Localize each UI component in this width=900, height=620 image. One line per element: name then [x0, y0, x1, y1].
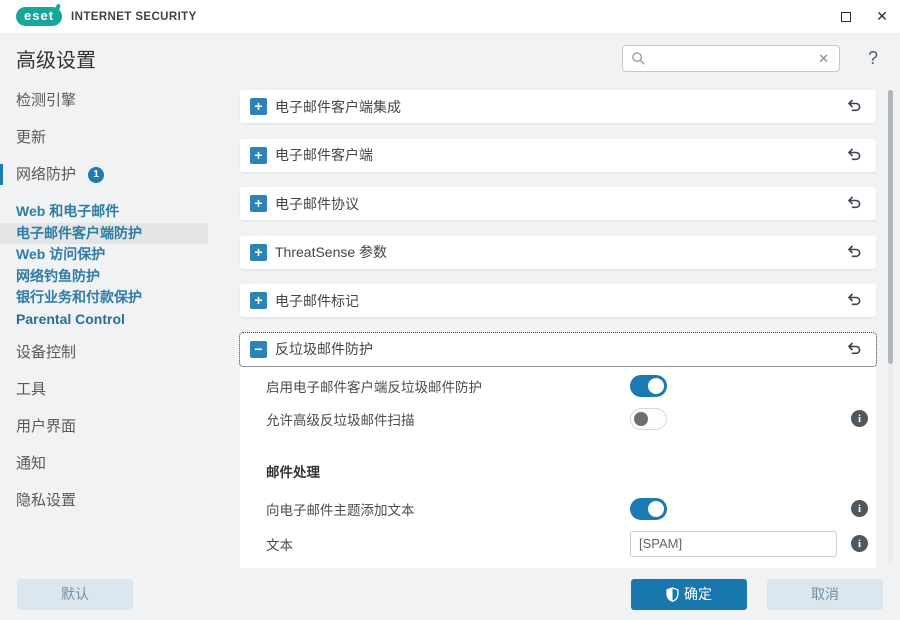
- revert-button[interactable]: [844, 145, 864, 165]
- revert-button[interactable]: [844, 194, 864, 214]
- sidebar-item-tools[interactable]: 工具: [0, 379, 228, 400]
- setting-label: 向电子邮件主题添加文本: [266, 502, 415, 518]
- expand-icon[interactable]: +: [250, 292, 267, 309]
- search-clear-icon[interactable]: ✕: [816, 51, 831, 67]
- sidebar-item-user-interface[interactable]: 用户界面: [0, 416, 228, 437]
- footer: 默认 确定 取消: [0, 568, 900, 620]
- revert-button[interactable]: [844, 242, 864, 262]
- section-title: 电子邮件客户端集成: [275, 98, 401, 115]
- content: 检测引擎 更新 网络防护 1 Web 和电子邮件 电子邮件客户端防护 Web 访…: [0, 84, 900, 568]
- search-box[interactable]: ✕: [622, 45, 840, 72]
- section-header-email-protocols[interactable]: + 电子邮件协议: [240, 187, 876, 220]
- info-icon[interactable]: i: [851, 410, 868, 427]
- revert-button[interactable]: [844, 339, 864, 359]
- section-title: 电子邮件客户端: [275, 147, 373, 163]
- cancel-button[interactable]: 取消: [767, 578, 883, 610]
- setting-row-enable-antispam: 启用电子邮件客户端反垃圾邮件防护: [266, 374, 868, 397]
- sidebar-item-parental-control[interactable]: Parental Control: [0, 309, 228, 331]
- shield-icon: [666, 586, 679, 602]
- sidebar-item-banking-protection[interactable]: 银行业务和付款保护: [0, 287, 228, 309]
- sidebar-item-email-client-protection[interactable]: 电子邮件客户端防护: [0, 222, 208, 244]
- search-icon: [632, 52, 645, 65]
- sidebar-item-privacy-settings[interactable]: 隐私设置: [0, 490, 228, 511]
- setting-label: 允许高级反垃圾邮件扫描: [266, 412, 415, 428]
- toggle-advanced-antispam-scan[interactable]: [630, 407, 667, 430]
- product-name: INTERNET SECURITY: [71, 10, 197, 23]
- antispam-panel-body: 启用电子邮件客户端反垃圾邮件防护 允许高级反垃圾邮件扫描 i 邮件处理 向电子邮…: [240, 366, 876, 568]
- setting-row-text: 文本 i: [266, 530, 868, 557]
- revert-icon: [847, 244, 861, 257]
- header: 高级设置 ✕ ?: [0, 33, 900, 84]
- revert-button[interactable]: [844, 97, 864, 117]
- toggle-knob: [634, 411, 648, 426]
- sidebar-item-network-protection[interactable]: 网络防护 1: [0, 164, 228, 185]
- eset-logo: eset: [16, 7, 63, 26]
- close-button[interactable]: ✕: [864, 0, 900, 33]
- default-button[interactable]: 默认: [17, 578, 133, 610]
- section-header-antispam-protection[interactable]: − 反垃圾邮件防护: [239, 331, 877, 367]
- sidebar-subgroup: Web 和电子邮件 电子邮件客户端防护 Web 访问保护 网络钓鱼防护 银行业务…: [0, 201, 228, 330]
- sidebar-item-device-control[interactable]: 设备控制: [0, 342, 228, 363]
- expand-icon[interactable]: +: [250, 195, 267, 212]
- ok-button[interactable]: 确定: [631, 578, 747, 610]
- revert-icon: [847, 341, 861, 354]
- search-input[interactable]: [652, 51, 817, 66]
- sidebar-item-update[interactable]: 更新: [0, 127, 228, 148]
- group-heading-message-processing: 邮件处理: [266, 464, 320, 480]
- titlebar: eset INTERNET SECURITY ✕: [0, 0, 900, 33]
- section-title: 电子邮件标记: [275, 292, 359, 309]
- subject-text-input[interactable]: [630, 530, 837, 557]
- info-icon[interactable]: i: [851, 500, 868, 517]
- info-icon[interactable]: i: [851, 535, 868, 552]
- maximize-button[interactable]: [828, 0, 864, 33]
- expand-icon[interactable]: +: [250, 146, 267, 164]
- page-title: 高级设置: [16, 50, 96, 72]
- ok-button-label: 确定: [684, 586, 712, 602]
- section-title: 反垃圾邮件防护: [275, 341, 373, 357]
- sidebar: 检测引擎 更新 网络防护 1 Web 和电子邮件 电子邮件客户端防护 Web 访…: [0, 84, 228, 568]
- setting-label: 文本: [266, 537, 293, 553]
- sidebar-item-web-access-protection[interactable]: Web 访问保护: [0, 244, 228, 266]
- help-button[interactable]: ?: [862, 48, 884, 69]
- sidebar-item-antiphishing[interactable]: 网络钓鱼防护: [0, 266, 228, 288]
- setting-row-add-text-to-subject: 向电子邮件主题添加文本 i: [266, 497, 868, 520]
- toggle-add-text-to-subject[interactable]: [630, 497, 667, 520]
- settings-panel: + 电子邮件客户端集成 + 电子邮件客户端 + 电子邮件协议 + ThreatS…: [228, 84, 900, 568]
- collapse-icon[interactable]: −: [250, 340, 267, 358]
- attention-count-badge: 1: [88, 166, 105, 183]
- setting-row-advanced-antispam-scan: 允许高级反垃圾邮件扫描 i: [266, 407, 868, 430]
- revert-icon: [847, 196, 861, 209]
- section-header-email-client-integration[interactable]: + 电子邮件客户端集成: [240, 90, 876, 123]
- toggle-knob: [648, 500, 664, 517]
- section-title: ThreatSense 参数: [275, 244, 388, 260]
- expand-icon[interactable]: +: [250, 243, 267, 261]
- section-header-threatsense-parameters[interactable]: + ThreatSense 参数: [240, 235, 876, 269]
- section-title: 电子邮件协议: [275, 195, 359, 212]
- sidebar-item-notifications[interactable]: 通知: [0, 453, 228, 474]
- revert-icon: [847, 293, 861, 306]
- revert-button[interactable]: [844, 291, 864, 311]
- close-icon: ✕: [876, 8, 888, 24]
- sidebar-item-detection-engine[interactable]: 检测引擎: [0, 90, 228, 111]
- sidebar-item-label: 网络防护: [16, 166, 77, 183]
- expand-icon[interactable]: +: [250, 98, 267, 115]
- section-header-email-tagging[interactable]: + 电子邮件标记: [240, 284, 876, 317]
- maximize-icon: [841, 11, 851, 22]
- section-header-email-clients[interactable]: + 电子邮件客户端: [240, 138, 876, 172]
- scrollbar-thumb[interactable]: [888, 90, 893, 364]
- toggle-knob: [648, 377, 664, 394]
- setting-label: 启用电子邮件客户端反垃圾邮件防护: [266, 379, 482, 395]
- sidebar-item-web-and-email[interactable]: Web 和电子邮件: [0, 201, 228, 223]
- revert-icon: [847, 147, 861, 160]
- toggle-enable-antispam[interactable]: [630, 374, 667, 397]
- revert-icon: [847, 99, 861, 112]
